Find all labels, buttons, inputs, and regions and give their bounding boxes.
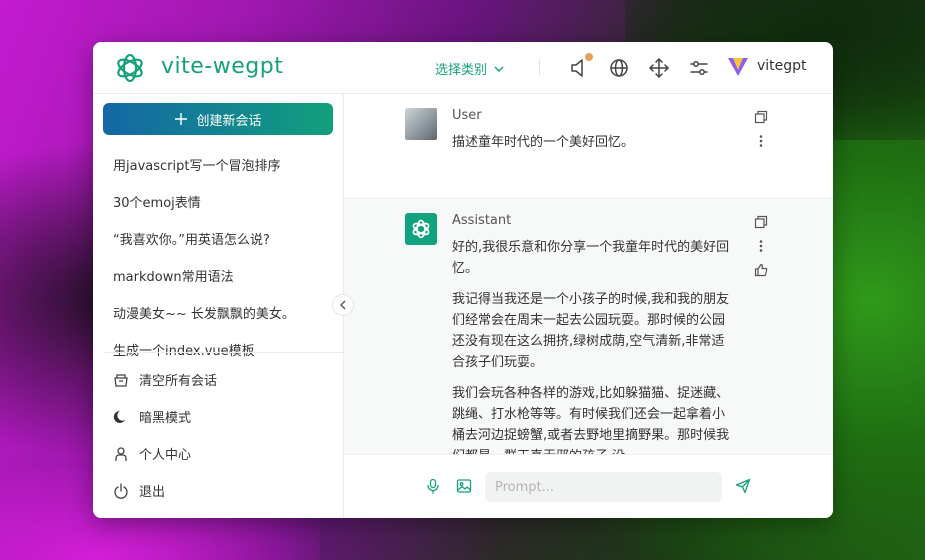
new-chat-label: 创建新会话 [196,113,262,129]
message-paragraph: 我们会玩各种各样的游戏,比如躲猫猫、捉迷藏、跳绳、打水枪等等。有时候我们还会一起… [452,386,730,454]
sidebar-divider [103,352,343,353]
notification-dot [585,53,593,61]
openai-logo-icon [412,219,430,239]
copy-icon[interactable] [754,215,768,229]
message-paragraph: 我记得当我还是一个小孩子的时候,我和我的朋友们经常会在周末一起去公园玩耍。那时候… [452,292,730,370]
history-item[interactable]: markdown常用语法 [93,257,343,294]
send-icon[interactable] [735,478,751,494]
clear-all-label: 清空所有会话 [139,374,218,389]
power-icon [114,482,128,499]
plus-icon [175,113,188,125]
openai-logo-icon[interactable] [113,51,147,85]
chevron-left-icon [340,300,346,310]
history-item[interactable]: “我喜欢你。”用英语怎么说? [93,220,343,257]
user-message: User 描述童年时代的一个美好回忆。 [344,94,833,198]
assistant-avatar [405,213,437,245]
profile-button[interactable]: 个人中心 [93,435,343,472]
move-icon[interactable] [647,56,671,80]
history-item[interactable]: 动漫美女~~ 长发飘飘的美女。 [93,294,343,331]
more-vertical-icon[interactable] [754,134,768,148]
prompt-input[interactable] [485,472,722,502]
message-paragraph: 好的,我很乐意和你分享一个我童年时代的美好回忆。 [452,240,730,276]
trash-icon [114,373,128,387]
message-tools [754,110,768,148]
moon-icon [113,410,125,423]
user-avatar [405,108,437,140]
collapse-sidebar-button[interactable] [332,294,354,316]
sidebar: 创建新会话 用javascript写一个冒泡排序 30个emoj表情 “我喜欢你… [93,94,344,518]
copy-icon[interactable] [754,110,768,124]
image-icon[interactable] [456,478,472,494]
chevron-down-icon [494,66,504,72]
logout-button[interactable]: 退出 [93,472,343,509]
more-vertical-icon[interactable] [754,239,768,253]
user-name: vitegpt [757,58,807,74]
message-text: 描述童年时代的一个美好回忆。 [452,132,736,163]
dark-mode-toggle[interactable]: 暗黑模式 [93,398,343,435]
dark-mode-label: 暗黑模式 [139,411,192,426]
category-select[interactable]: 选择类别 [435,59,505,78]
app-title: vite-wegpt [161,54,284,79]
profile-label: 个人中心 [139,448,192,463]
person-icon [115,446,127,461]
history-item[interactable]: 30个emoj表情 [93,183,343,220]
app-window: vite-wegpt 选择类别 vitegpt 创建新会话 用javascrip… [93,42,833,518]
message-text: 好的,我很乐意和你分享一个我童年时代的美好回忆。 我记得当我还是一个小孩子的时候… [452,237,736,454]
top-header: vite-wegpt 选择类别 vitegpt [93,42,833,94]
chat-history-list: 用javascript写一个冒泡排序 30个emoj表情 “我喜欢你。”用英语怎… [93,146,343,368]
logout-label: 退出 [139,485,166,500]
microphone-icon[interactable] [425,478,441,494]
message-tools [754,215,768,277]
history-item[interactable]: 用javascript写一个冒泡排序 [93,146,343,183]
assistant-message: Assistant 好的,我很乐意和你分享一个我童年时代的美好回忆。 我记得当我… [344,198,833,454]
globe-icon[interactable] [607,56,631,80]
chat-area: User 描述童年时代的一个美好回忆。 Assistant 好的,我很乐意和你分… [344,94,833,454]
new-chat-button[interactable]: 创建新会话 [103,103,333,135]
message-author: Assistant [452,213,512,228]
header-divider [539,59,540,75]
vite-logo-icon [728,58,748,76]
user-menu[interactable]: vitegpt [727,55,807,77]
message-author: User [452,108,482,123]
sidebar-actions: 清空所有会话 暗黑模式 个人中心 退出 [93,361,343,509]
category-label: 选择类别 [435,63,488,78]
settings-sliders-icon[interactable] [687,56,711,80]
message-paragraph: 描述童年时代的一个美好回忆。 [452,135,635,150]
thumbs-up-icon[interactable] [754,263,768,277]
input-bar [344,454,833,518]
clear-all-button[interactable]: 清空所有会话 [93,361,343,398]
